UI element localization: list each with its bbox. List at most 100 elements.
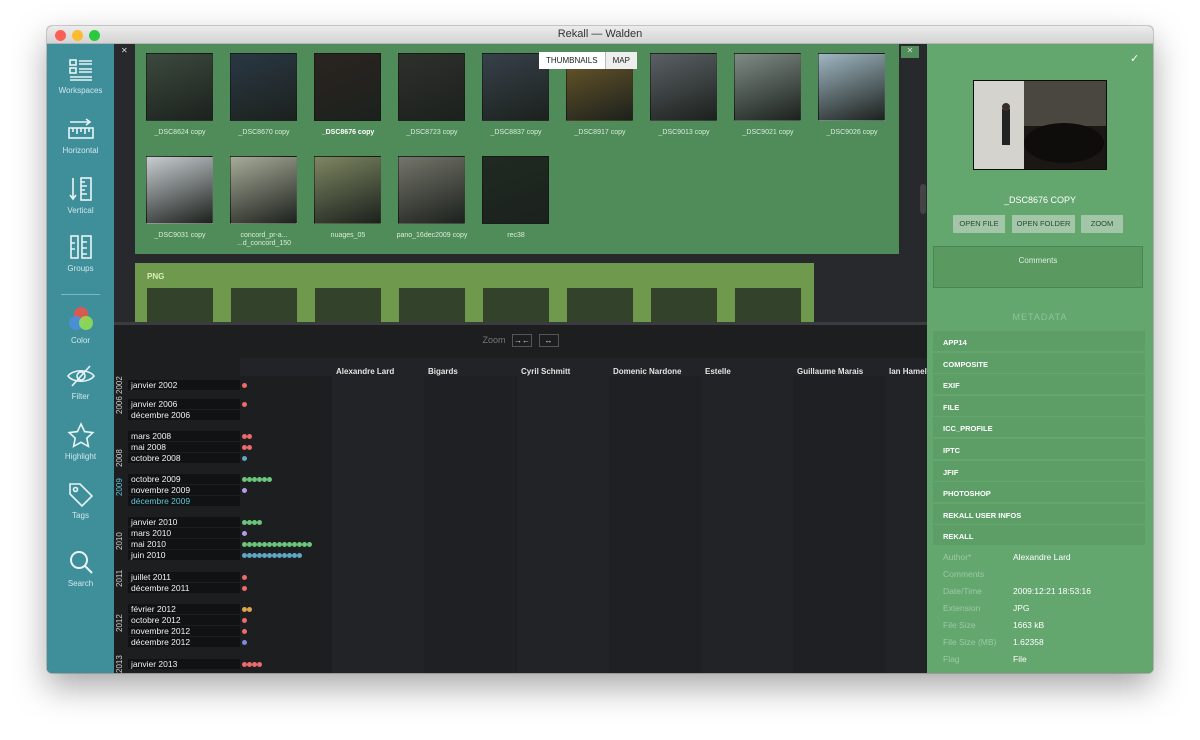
metadata-section-file[interactable]: FILE [933,395,1145,416]
month-label[interactable]: décembre 2012 [128,637,240,647]
metadata-section-rekall-user-infos[interactable]: REKALL USER INFOS [933,503,1145,524]
metadata-section-exif[interactable]: EXIF [933,374,1145,395]
thumbnail[interactable] [482,156,549,224]
sidebar-item-horizontal[interactable]: Horizontal [47,118,114,155]
thumbnail[interactable] [146,156,213,224]
media-dot[interactable] [247,445,252,450]
sidebar-item-filter[interactable]: Filter [47,364,114,401]
png-thumbnail[interactable] [483,288,549,322]
month-label[interactable]: décembre 2011 [128,583,240,593]
person-name[interactable]: Domenic Nardone [613,367,681,376]
media-dot[interactable] [242,488,247,493]
metadata-section-icc-profile[interactable]: ICC_PROFILE [933,417,1145,438]
month-label[interactable]: janvier 2010 [128,517,240,527]
thumbnail[interactable] [650,53,717,121]
month-label[interactable]: juillet 2011 [128,572,240,582]
month-label[interactable]: décembre 2006 [128,410,240,420]
month-label[interactable]: mai 2010 [128,539,240,549]
sidebar-item-tags[interactable]: Tags [47,481,114,520]
metadata-section-jfif[interactable]: JFIF [933,460,1145,481]
png-thumbnail[interactable] [651,288,717,322]
person-name[interactable]: Cyril Schmitt [521,367,570,376]
month-label[interactable]: janvier 2002 [128,380,240,390]
metadata-section-app14[interactable]: APP14 [933,331,1145,351]
comments-field[interactable]: Comments [933,246,1143,288]
thumbnail[interactable] [230,156,297,224]
sidebar-item-label: Color [70,336,91,345]
media-dot[interactable] [242,575,247,580]
open-file-button[interactable]: OPEN FILE [953,215,1005,233]
media-dot[interactable] [242,456,247,461]
month-label[interactable]: mars 2008 [128,431,240,441]
close-panel-icon[interactable]: ✕ [121,46,128,55]
png-thumbnail[interactable] [399,288,465,322]
month-label[interactable]: janvier 2006 [128,399,240,409]
person-name[interactable]: Bigards [428,367,458,376]
person-name[interactable]: Guillaume Marais [797,367,863,376]
month-label[interactable]: juin 2010 [128,550,240,560]
metadata-section-photoshop[interactable]: PHOTOSHOP [933,482,1145,503]
media-dot[interactable] [242,629,247,634]
png-thumbnail[interactable] [315,288,381,322]
sidebar-item-label: Vertical [67,206,94,215]
checkmark-icon[interactable]: ✓ [1130,52,1139,65]
media-dot[interactable] [297,553,302,558]
vertical-scrollbar[interactable] [920,184,926,214]
sidebar-item-highlight[interactable]: Highlight [47,422,114,461]
month-label[interactable]: janvier 2013 [128,659,240,669]
metadata-section-iptc[interactable]: IPTC [933,439,1145,459]
thumbnail[interactable] [398,156,465,224]
sidebar-item-color[interactable]: Color [47,306,114,345]
media-dot[interactable] [247,434,252,439]
media-dot[interactable] [247,607,252,612]
month-label[interactable]: décembre 2009 [128,496,240,506]
png-thumbnail[interactable] [567,288,633,322]
media-dot[interactable] [242,586,247,591]
thumbnails-tab[interactable]: THUMBNAILS [539,52,605,69]
thumbnail[interactable] [314,156,381,224]
month-label[interactable]: octobre 2012 [128,615,240,625]
thumbnail[interactable] [314,53,381,121]
thumbnail[interactable] [146,53,213,121]
person-name[interactable]: Estelle [705,367,731,376]
month-label[interactable]: novembre 2009 [128,485,240,495]
month-label[interactable]: octobre 2008 [128,453,240,463]
collapse-panel-icon[interactable]: ✕ [901,46,919,58]
jpg-group-panel: _DSC8624 copy _DSC8670 copy _DSC8676 copy _… [135,44,899,254]
metadata-section-rekall[interactable]: REKALL [933,525,1145,546]
month-label[interactable]: février 2012 [128,604,240,614]
month-label[interactable]: novembre 2012 [128,626,240,636]
media-dot[interactable] [267,477,272,482]
person-name[interactable]: Alexandre Lard [336,367,394,376]
media-dot[interactable] [307,542,312,547]
open-folder-button[interactable]: OPEN FOLDER [1012,215,1075,233]
month-label[interactable]: mai 2008 [128,442,240,452]
thumbnail[interactable] [818,53,885,121]
media-dot[interactable] [242,640,247,645]
png-thumbnail[interactable] [147,288,213,322]
panel-divider[interactable] [114,322,927,325]
month-label[interactable]: mars 2010 [128,528,240,538]
media-dot[interactable] [257,520,262,525]
thumbnail[interactable] [398,53,465,121]
media-dot[interactable] [257,662,262,667]
media-dot[interactable] [242,402,247,407]
zoom-expand-button[interactable]: ↔ [538,334,559,347]
zoom-shrink-button[interactable]: →← [512,334,532,347]
sidebar-item-groups[interactable]: Groups [47,234,114,273]
media-dot[interactable] [242,531,247,536]
metadata-section-composite[interactable]: COMPOSITE [933,352,1145,373]
media-dot[interactable] [242,618,247,623]
sidebar-item-workspaces[interactable]: Workspaces [47,58,114,95]
thumbnail[interactable] [734,53,801,121]
month-label[interactable]: octobre 2009 [128,474,240,484]
person-name[interactable]: Ian Hamel [889,367,927,376]
zoom-button[interactable]: ZOOM [1081,215,1123,233]
thumbnail[interactable] [230,53,297,121]
media-dot[interactable] [242,383,247,388]
png-thumbnail[interactable] [735,288,801,322]
map-tab[interactable]: MAP [604,52,637,69]
sidebar-item-vertical[interactable]: Vertical [47,176,114,215]
png-thumbnail[interactable] [231,288,297,322]
sidebar-item-search[interactable]: Search [47,549,114,588]
